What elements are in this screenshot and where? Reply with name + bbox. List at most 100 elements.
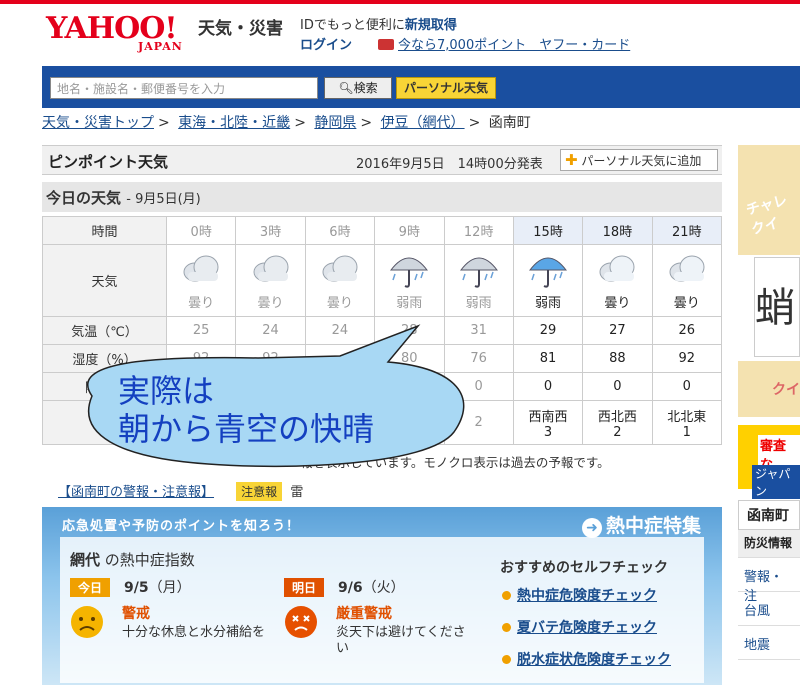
check-link-summer-fatigue[interactable]: 夏バテ危険度チェック: [502, 617, 657, 637]
add-personal-label: パーソナル天気に追加: [581, 154, 702, 168]
annotation-line-1: 実際は: [118, 372, 215, 410]
wind-direction: 西南西: [528, 409, 568, 425]
weather-label: 曇り: [257, 296, 284, 311]
weather-cell: 曇り: [235, 244, 306, 317]
weather-cell: 曇り: [304, 244, 376, 317]
check-title: おすすめのセルフチェック: [500, 560, 668, 576]
sidebar-ad-quiz2[interactable]: クイ: [738, 361, 800, 417]
personal-weather-button[interactable]: パーソナル天気: [396, 77, 496, 99]
cloud-icon: [236, 250, 304, 290]
tomorrow-badge: 明日: [284, 578, 325, 597]
annotation-bubble: 実際は 朝から青空の快晴: [58, 322, 478, 470]
breadcrumb-sep: >: [360, 115, 373, 131]
pinpoint-title: ピンポイント天気: [48, 153, 169, 171]
weather-cell: 曇り: [582, 244, 653, 317]
today-header: 今日の天気 - 9月5日(月): [42, 182, 722, 212]
humidity-cell: 92: [651, 344, 723, 373]
annotation-text: 実際は 朝から青空の快晴: [118, 372, 374, 448]
weather-label: 曇り: [673, 296, 700, 311]
hour-cell: 0時: [165, 216, 237, 245]
check-link-heatstroke[interactable]: 熱中症危険度チェック: [502, 585, 657, 605]
sidebar-nav: 函南町 防災情報 警報・注 台風 地震: [738, 500, 800, 660]
sidebar-ad-quiz[interactable]: チャレ クイ: [738, 145, 800, 255]
heat-feature-link[interactable]: ➜ 熱中症特集: [582, 511, 701, 538]
today-dow: （月）: [148, 580, 191, 596]
heat-header: 応急処置や予防のポイントを知ろう！: [62, 519, 301, 534]
heat-index-label: の熱中症指数: [104, 551, 195, 569]
wind-cell: 西北西 2: [582, 400, 653, 445]
sidebar-ad-kanji[interactable]: 蛸: [754, 257, 800, 357]
cloud-icon: [306, 250, 374, 290]
check-link-dehydration[interactable]: 脱水症状危険度チェック: [502, 649, 671, 669]
sidebar-ad-loan-sub: ジャパン: [752, 465, 800, 499]
wind-direction: 西北西: [597, 409, 637, 425]
breadcrumb-sep: >: [468, 115, 481, 131]
warning-line: 【函南町の警報・注意報】 注意報 雷: [58, 481, 303, 501]
worried-face-icon: [70, 605, 104, 639]
today-title: 今日の天気: [46, 189, 122, 207]
annotation-line-2: 朝から青空の快晴: [118, 410, 375, 448]
breadcrumb-pref[interactable]: 静岡県: [314, 115, 356, 131]
humidity-cell: 88: [582, 344, 653, 373]
announce-date: 2016年9月5日 14時00分発表: [356, 157, 543, 172]
wind-speed: 2: [613, 424, 622, 440]
hour-cell: 18時: [582, 216, 653, 245]
search-bar: 地名・施設名・郵便番号を入力 🔍︎検索 パーソナル天気: [42, 66, 800, 108]
hour-cell: 12時: [443, 216, 514, 245]
check-label: 脱水症状危険度チェック: [517, 652, 671, 668]
id-promo-text: IDでもっと便利に: [300, 18, 405, 33]
row-label-time: 時間: [42, 216, 167, 245]
search-icon: 🔍︎: [338, 81, 354, 95]
temp-cell: 26: [651, 316, 723, 345]
temp-cell: 27: [582, 316, 653, 345]
umbrella-icon: [375, 250, 443, 290]
precip-cell: 0: [582, 372, 653, 401]
search-button[interactable]: 🔍︎検索: [324, 77, 392, 99]
sidebar-nav-subtitle: 防災情報: [738, 530, 800, 558]
register-link[interactable]: 新規取得: [405, 18, 457, 33]
warning-link[interactable]: 【函南町の警報・注意報】: [58, 485, 214, 500]
weather-cell: 曇り: [651, 244, 723, 317]
card-promo-link[interactable]: 今なら7,000ポイント ヤフー・カード: [378, 34, 630, 53]
wind-speed: 3: [543, 424, 553, 440]
card-promo-text: 今なら7,000ポイント ヤフー・カード: [398, 38, 631, 53]
weather-cell: 弱雨: [374, 244, 445, 317]
arrow-right-icon: ➜: [582, 518, 602, 538]
login-link[interactable]: ログイン: [300, 34, 352, 53]
sidebar-item-earthquake[interactable]: 地震: [738, 626, 800, 660]
today-badge: 今日: [70, 578, 111, 597]
add-personal-button[interactable]: ✚ パーソナル天気に追加: [560, 149, 718, 171]
search-input[interactable]: 地名・施設名・郵便番号を入力: [50, 77, 318, 99]
tomorrow-level: 厳重警戒: [336, 606, 392, 622]
pinpoint-header: ピンポイント天気 2016年9月5日 14時00分発表 ✚ パーソナル天気に追加: [42, 145, 722, 175]
service-title[interactable]: 天気・災害: [198, 14, 283, 39]
card-icon: [378, 39, 394, 50]
breadcrumb-area[interactable]: 伊豆（網代）: [381, 115, 465, 131]
bullet-icon: [502, 591, 511, 600]
yahoo-logo[interactable]: YAHOO! JAPAN: [46, 14, 194, 54]
breadcrumb-region[interactable]: 東海・北陸・近畿: [178, 115, 290, 131]
distressed-face-icon: [284, 605, 318, 639]
weather-label: 弱雨: [396, 296, 423, 311]
today-level: 警戒: [122, 606, 150, 622]
weather-label: 曇り: [188, 296, 215, 311]
cloud-icon: [653, 250, 721, 290]
tomorrow-desc: 炎天下は避けてください: [336, 625, 466, 656]
cloud-icon: [583, 250, 651, 290]
right-sidebar: チャレ クイ 蛸 クイ 審査なジャパン 函南町 防災情報 警報・注 台風 地震: [738, 145, 800, 685]
hour-cell: 15時: [512, 216, 584, 245]
hour-cell: 21時: [651, 216, 723, 245]
heat-place: 網代: [70, 551, 101, 569]
search-button-label: 検索: [353, 81, 378, 95]
weather-cell: 曇り: [165, 244, 237, 317]
sidebar-item-warnings[interactable]: 警報・注: [738, 558, 800, 604]
umbrella-icon: [445, 250, 513, 290]
hour-cell: 3時: [235, 216, 306, 245]
heat-title: 網代 の熱中症指数: [70, 549, 195, 570]
breadcrumb-top[interactable]: 天気・災害トップ: [42, 115, 154, 131]
precip-cell: 0: [651, 372, 723, 401]
warning-item: 雷: [290, 485, 304, 500]
heatstroke-banner[interactable]: 応急処置や予防のポイントを知ろう！ ➜ 熱中症特集 網代 の熱中症指数 今日 9/5…: [42, 507, 722, 685]
sidebar-ad-loan[interactable]: 審査なジャパン: [738, 425, 800, 499]
tomorrow-dow: （火）: [362, 580, 405, 596]
